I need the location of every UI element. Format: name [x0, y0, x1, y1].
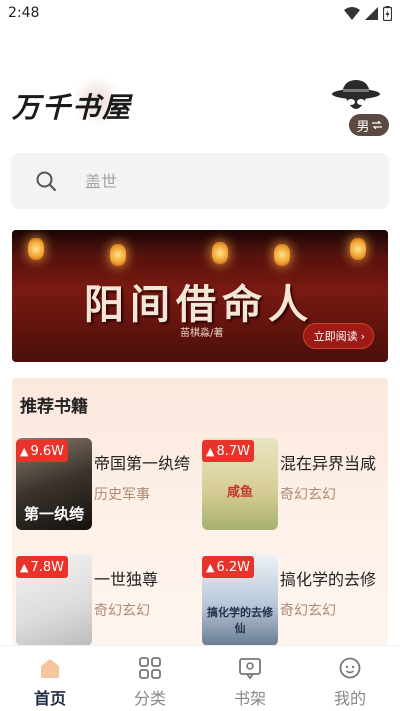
status-icons [344, 6, 392, 21]
bookshelf-icon [239, 658, 261, 680]
recommend-section: 推荐书籍 ▲ 9.6W 第一纨绔 帝国第一纨绔 历史军事 ▲ 8.7W 咸鱼 混… [12, 378, 388, 648]
wifi-icon [344, 7, 360, 20]
signal-icon [365, 7, 378, 20]
read-count: 8.7W [216, 443, 250, 459]
tab-label: 书架 [233, 689, 266, 708]
book-info: 混在异界当咸 奇幻玄幻 [280, 438, 388, 530]
fire-icon: ▲ [206, 444, 215, 458]
tab-bookshelf[interactable]: 书架 [200, 646, 300, 711]
category-icon [139, 657, 161, 679]
tab-label: 首页 [33, 689, 66, 708]
tab-label: 我的 [333, 689, 366, 708]
read-count-badge: ▲ 8.7W [202, 440, 254, 462]
chevron-right-icon: › [360, 329, 365, 343]
book-title: 搞化学的去修 [280, 570, 377, 589]
cover-text: 第一纨绔 [23, 505, 84, 523]
read-count-badge: ▲ 7.8W [16, 556, 68, 578]
book-card[interactable]: ▲ 7.8W 一世独尊 奇幻玄幻 [16, 554, 202, 646]
fire-icon: ▲ [20, 444, 29, 458]
book-info: 帝国第一纨绔 历史军事 [94, 438, 202, 530]
cover-text: 搞化学的去修仙 [207, 606, 273, 635]
status-bar: 2:48 [0, 0, 400, 28]
book-cover[interactable]: ▲ 7.8W [16, 554, 92, 646]
book-cover[interactable]: ▲ 8.7W 咸鱼 [202, 438, 278, 530]
lantern-icon [28, 238, 44, 260]
read-count: 9.6W [30, 443, 64, 459]
book-cover[interactable]: ▲ 6.2W 搞化学的去修仙 [202, 554, 278, 646]
book-card[interactable]: ▲ 9.6W 第一纨绔 帝国第一纨绔 历史军事 [16, 438, 202, 530]
book-genre: 奇幻玄幻 [94, 603, 150, 619]
profile-icon [339, 657, 361, 679]
book-genre: 奇幻玄幻 [280, 487, 336, 503]
tab-label: 分类 [133, 689, 166, 708]
banner-title: 阳间借命人 [84, 281, 314, 328]
book-genre: 历史军事 [94, 487, 150, 503]
tab-category[interactable]: 分类 [100, 646, 200, 711]
home-icon [41, 659, 59, 678]
book-info: 搞化学的去修 奇幻玄幻 [280, 554, 388, 646]
app-logo: 万千书屋 [12, 91, 133, 124]
gender-label: 男 [356, 119, 370, 135]
search-input[interactable] [85, 171, 335, 191]
gender-switch-button[interactable]: 男 [349, 114, 389, 136]
lantern-icon [110, 244, 126, 266]
fire-icon: ▲ [20, 560, 29, 574]
book-title: 混在异界当咸 [280, 454, 377, 473]
read-count: 6.2W [216, 559, 250, 575]
banner-eave [12, 230, 388, 258]
book-cover[interactable]: ▲ 9.6W 第一纨绔 [16, 438, 92, 530]
status-time: 2:48 [8, 5, 40, 21]
read-count: 7.8W [30, 559, 64, 575]
book-info: 一世独尊 奇幻玄幻 [94, 554, 202, 646]
book-title: 一世独尊 [94, 570, 159, 589]
switch-arrows-icon [371, 121, 382, 129]
search-bar[interactable] [11, 153, 389, 209]
fire-icon: ▲ [206, 560, 215, 574]
book-card[interactable]: ▲ 6.2W 搞化学的去修仙 搞化学的去修 奇幻玄幻 [202, 554, 388, 646]
cover-text: 咸鱼 [226, 485, 253, 500]
book-genre: 奇幻玄幻 [280, 603, 336, 619]
book-title: 帝国第一纨绔 [94, 454, 191, 473]
read-count-badge: ▲ 9.6W [16, 440, 68, 462]
tab-home[interactable]: 首页 [0, 646, 100, 711]
lantern-icon [274, 244, 290, 266]
lantern-icon [350, 238, 366, 260]
book-card[interactable]: ▲ 8.7W 咸鱼 混在异界当咸 奇幻玄幻 [202, 438, 388, 530]
lantern-icon [212, 242, 228, 264]
read-now-button[interactable]: 立即阅读 › [302, 323, 374, 349]
search-icon [36, 171, 57, 192]
banner-author: 苗棋淼/著 [180, 328, 224, 339]
tab-profile[interactable]: 我的 [300, 646, 400, 711]
read-count-badge: ▲ 6.2W [202, 556, 254, 578]
promo-banner[interactable]: 阳间借命人 苗棋淼/著 立即阅读 › [12, 230, 388, 362]
bottom-tab-bar: 首页 分类 书架 我的 [0, 645, 400, 711]
read-now-label: 立即阅读 [313, 330, 358, 343]
section-title: 推荐书籍 [20, 397, 88, 417]
battery-icon [383, 6, 392, 21]
